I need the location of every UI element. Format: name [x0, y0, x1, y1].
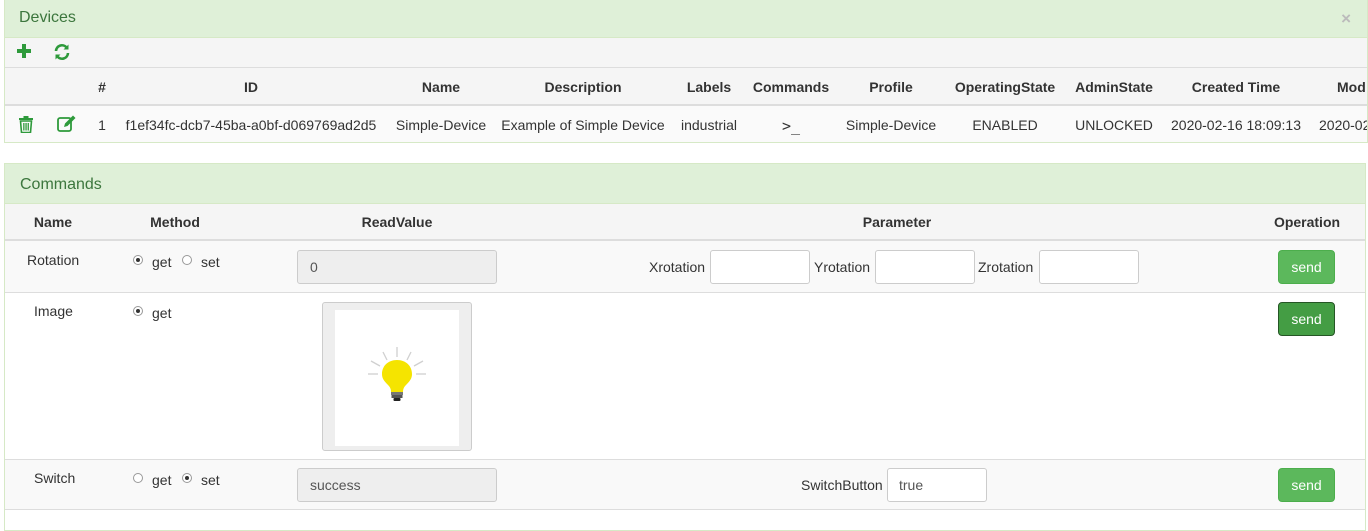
device-description: Example of Simple Device: [501, 117, 665, 133]
device-number: 1: [98, 117, 106, 133]
switchbutton-input[interactable]: [887, 468, 987, 502]
close-icon[interactable]: ×: [1341, 9, 1351, 29]
command-row-rotation: Rotation get set 0 Xrotation Yrotation Z…: [5, 241, 1365, 293]
device-name: Simple-Device: [395, 117, 487, 133]
col-admin-state: AdminState: [1075, 79, 1153, 95]
radio-get[interactable]: [133, 255, 143, 265]
devices-panel: Devices × # ID Name Description Labels C…: [4, 0, 1368, 143]
radio-get[interactable]: [133, 473, 143, 483]
plus-icon[interactable]: [16, 43, 32, 62]
device-id: f1ef34fc-dcb7-45ba-a0bf-d069769ad2d5: [125, 117, 377, 133]
image-canvas: [335, 310, 459, 446]
image-preview: [322, 302, 472, 451]
col-commands: Commands: [752, 79, 830, 95]
trash-icon[interactable]: [18, 116, 34, 136]
commands-panel: Commands Name Method ReadValue Parameter…: [4, 163, 1366, 531]
edit-icon[interactable]: [57, 115, 77, 136]
col-operating-state: OperatingState: [954, 79, 1056, 95]
command-name: Switch: [34, 470, 76, 486]
send-button[interactable]: send: [1278, 302, 1335, 336]
zrotation-label: Zrotation: [978, 259, 1034, 275]
radio-set-label: set: [201, 472, 220, 488]
device-admin-state: UNLOCKED: [1075, 117, 1153, 133]
command-row-switch: Switch get set success SwitchButton send: [5, 460, 1365, 510]
xrotation-label: Xrotation: [649, 259, 706, 275]
device-labels: industrial: [680, 117, 738, 133]
col-operation: Operation: [1273, 214, 1341, 230]
terminal-icon[interactable]: >_: [782, 117, 800, 135]
command-name: Image: [34, 303, 73, 319]
device-profile: Simple-Device: [845, 117, 937, 133]
radio-get-label: get: [152, 472, 172, 488]
commands-table-header: Name Method ReadValue Parameter Operatio…: [5, 204, 1365, 241]
read-value-text: success: [310, 477, 361, 493]
col-created-time: Created Time: [1191, 79, 1281, 95]
refresh-icon[interactable]: [53, 43, 71, 64]
devices-table-header: # ID Name Description Labels Commands Pr…: [5, 68, 1367, 106]
col-id: ID: [244, 79, 258, 95]
command-name: Rotation: [27, 252, 80, 268]
commands-panel-header: Commands: [5, 164, 1365, 204]
col-name: Name: [421, 79, 461, 95]
radio-set-label: set: [201, 254, 220, 270]
devices-title: Devices: [19, 9, 76, 26]
col-method: Method: [150, 214, 200, 230]
switchbutton-label: SwitchButton: [801, 477, 883, 493]
yrotation-label: Yrotation: [814, 259, 871, 275]
read-value-field: success: [297, 468, 497, 502]
col-read-value: ReadValue: [361, 214, 433, 230]
yrotation-input[interactable]: [875, 250, 975, 284]
col-parameter: Parameter: [862, 214, 932, 230]
commands-title: Commands: [20, 176, 102, 193]
col-labels: Labels: [686, 79, 732, 95]
radio-get[interactable]: [133, 306, 143, 316]
device-operating-state: ENABLED: [972, 117, 1038, 133]
table-row: 1 f1ef34fc-dcb7-45ba-a0bf-d069769ad2d5 S…: [5, 106, 1368, 142]
radio-get-label: get: [152, 254, 172, 270]
devices-panel-header: Devices ×: [5, 0, 1367, 38]
send-button[interactable]: send: [1278, 468, 1335, 502]
col-number: #: [98, 79, 106, 95]
col-profile: Profile: [869, 79, 913, 95]
command-row-image: Image get send: [5, 293, 1365, 460]
lightbulb-icon: [368, 347, 426, 401]
read-value-text: 0: [310, 259, 318, 275]
device-modified-time: 2020-02: [1319, 117, 1368, 133]
devices-toolbar: [5, 38, 1367, 68]
radio-set[interactable]: [182, 473, 192, 483]
send-button[interactable]: send: [1278, 250, 1335, 284]
radio-set[interactable]: [182, 255, 192, 265]
radio-get-label: get: [152, 305, 172, 321]
col-description: Description: [544, 79, 622, 95]
col-cmd-name: Name: [33, 214, 73, 230]
read-value-field: 0: [297, 250, 497, 284]
col-modified-time: Mod: [1337, 79, 1366, 95]
xrotation-input[interactable]: [710, 250, 810, 284]
zrotation-input[interactable]: [1039, 250, 1139, 284]
device-created-time: 2020-02-16 18:09:13: [1171, 117, 1301, 133]
